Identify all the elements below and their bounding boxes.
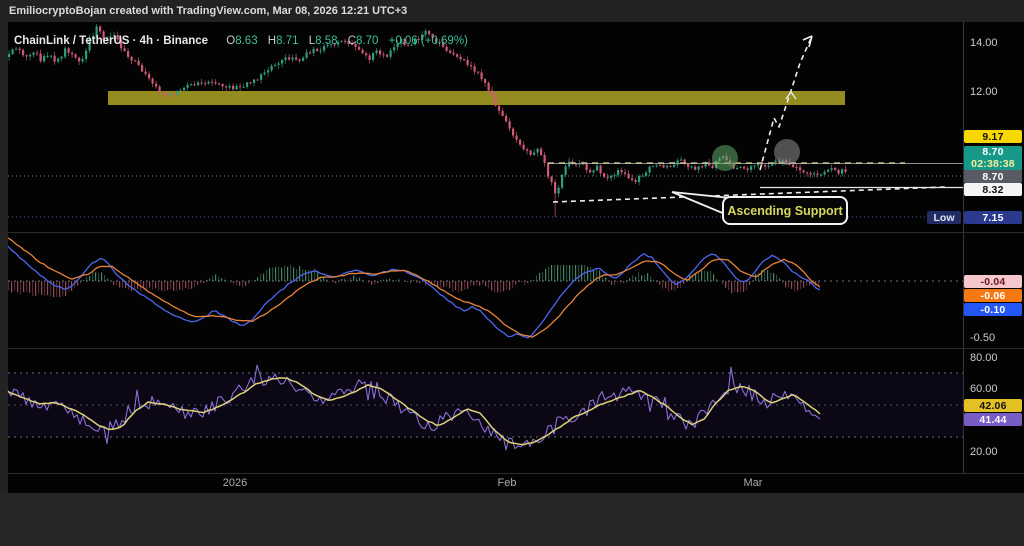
low-chip: Low — [927, 211, 961, 224]
rsi-badge-rsi: 41.44 — [964, 413, 1022, 426]
symbol-title: ChainLink / TetherUS · 4h · Binance — [14, 35, 208, 47]
macd-badge-signal: -0.06 — [964, 289, 1022, 302]
footer-bar: TradingView — [0, 493, 1024, 546]
time-label-2026: 2026 — [223, 477, 247, 489]
tradingview-snapshot: { "header": {"attribution": "Emiliocrypt… — [0, 0, 1024, 546]
macd-tick: -0.50 — [970, 332, 995, 344]
price-badge-target: 9.17 — [964, 130, 1022, 143]
ascending-support-callout[interactable]: Ascending Support — [722, 196, 848, 225]
ohlc-high-label: H — [268, 35, 276, 47]
last-price-value: 8.70 — [982, 147, 1003, 159]
bar-countdown: 02:38:38 — [971, 159, 1015, 171]
ohlc-low-value: 8.58 — [315, 35, 337, 47]
chart-canvas[interactable] — [8, 22, 963, 473]
rsi-tick-80: 80.00 — [970, 352, 998, 364]
rsi-badge-ma: 42.06 — [964, 399, 1022, 412]
ohlc-close-label: C — [348, 35, 356, 47]
symbol-legend: ChainLink / TetherUS · 4h · Binance O8.6… — [14, 35, 468, 47]
rsi-tick-20: 20.00 — [970, 446, 998, 458]
price-tick-14: 14.00 — [970, 37, 998, 49]
attribution-text: EmiliocryptoBojan created with TradingVi… — [9, 5, 407, 17]
attribution-bar: EmiliocryptoBojan created with TradingVi… — [0, 0, 1024, 22]
ohlc-open-value: 8.63 — [235, 35, 257, 47]
price-tick-12: 12.00 — [970, 86, 998, 98]
price-badge-level: 8.70 — [964, 170, 1022, 183]
price-badge-low: 7.15 — [964, 211, 1022, 224]
macd-badge-macd: -0.10 — [964, 303, 1022, 316]
change-value: +0.06 (+0.69%) — [389, 35, 468, 47]
time-label-feb: Feb — [498, 477, 517, 489]
ohlc-open-label: O — [226, 35, 235, 47]
time-label-mar: Mar — [744, 477, 763, 489]
rsi-tick-60: 60.00 — [970, 383, 998, 395]
price-badge-support: 8.32 — [964, 183, 1022, 196]
macd-badge-hist: -0.04 — [964, 275, 1022, 288]
price-badge-last-countdown: 8.70 02:38:38 — [964, 146, 1022, 171]
ohlc-close-value: 8.70 — [356, 35, 378, 47]
time-axis[interactable] — [8, 473, 963, 493]
ohlc-high-value: 8.71 — [276, 35, 298, 47]
